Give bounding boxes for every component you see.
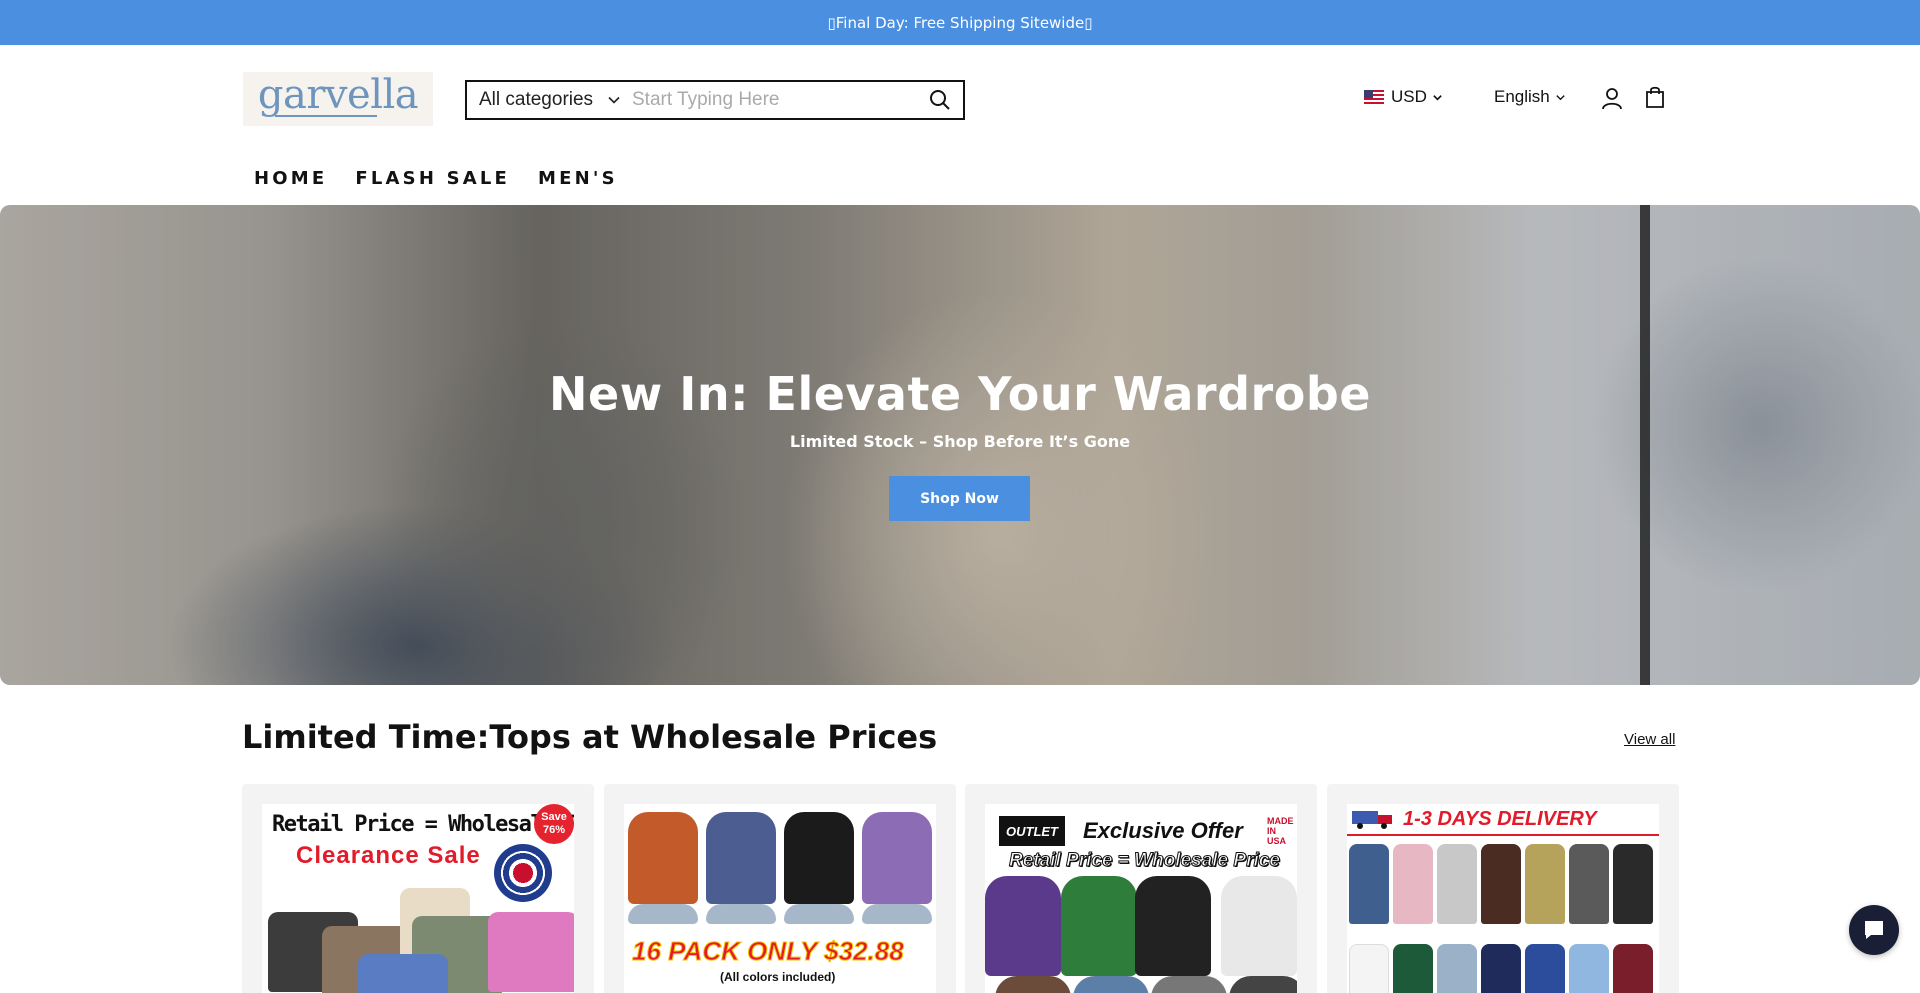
announcement-bar: ▯Final Day: Free Shipping Sitewide▯	[0, 0, 1920, 45]
main-nav: HOME FLASH SALE MEN'S	[254, 168, 646, 189]
product-card[interactable]: Retail Price = Wholesale Pr Clearance Sa…	[242, 784, 594, 993]
shop-now-button[interactable]: Shop Now	[889, 476, 1030, 521]
made-in-usa-label: MADE IN USA	[1267, 816, 1294, 846]
price-line-text: Retail Price = Wholesale Price	[1009, 850, 1281, 872]
search-button[interactable]	[917, 82, 963, 118]
delivery-truck-icon	[1352, 811, 1392, 829]
hoodie-graphic	[1073, 976, 1149, 993]
category-select-label: All categories	[479, 89, 594, 110]
logo-underline	[275, 115, 377, 117]
dress-shirt-graphic	[1349, 944, 1389, 993]
cart-icon[interactable]	[1644, 85, 1666, 109]
dress-shirt-graphic	[1437, 844, 1477, 924]
hero-subtitle: Limited Stock – Shop Before It’s Gone	[789, 432, 1131, 451]
us-flag-icon	[1364, 90, 1384, 104]
dress-shirt-graphic	[1481, 944, 1521, 993]
jeans-graphic	[784, 904, 854, 924]
chat-icon	[1865, 921, 1883, 939]
logo-text: garvella	[257, 72, 419, 118]
search-bar: All categories	[465, 80, 965, 120]
product-image: Retail Price = Wholesale Pr Clearance Sa…	[262, 804, 574, 993]
shirt-graphic	[488, 912, 574, 992]
outlet-label: OUTLET	[999, 816, 1065, 846]
collection-title: Limited Time:Tops at Wholesale Prices	[242, 718, 938, 756]
sweater-graphic	[862, 812, 932, 904]
hoodie-graphic	[1221, 876, 1297, 976]
product-image: 16 PACK ONLY $32.88 (All colors included…	[624, 804, 936, 993]
jeans-graphic	[862, 904, 932, 924]
dress-shirt-graphic	[1613, 844, 1653, 924]
hero-content: New In: Elevate Your Wardrobe Limited St…	[0, 205, 1920, 685]
save-badge-percent: 76%	[542, 824, 566, 836]
product-image: 1-3 DAYS DELIVERY	[1347, 804, 1659, 993]
product-card[interactable]: OUTLET Exclusive Offer MADE IN USA Retai…	[965, 784, 1317, 993]
chat-button[interactable]	[1849, 905, 1899, 955]
hero-title: New In: Elevate Your Wardrobe	[549, 367, 1371, 421]
delivery-text: 1-3 DAYS DELIVERY	[1403, 808, 1597, 830]
product-card[interactable]: 16 PACK ONLY $32.88 (All colors included…	[604, 784, 956, 993]
shirt-graphic	[358, 954, 448, 993]
exclusive-offer-text: Exclusive Offer	[1083, 818, 1243, 843]
search-icon	[930, 90, 950, 110]
chevron-down-icon	[1433, 94, 1442, 101]
hoodie-graphic	[985, 876, 1061, 976]
jeans-graphic	[706, 904, 776, 924]
chevron-down-icon	[608, 96, 620, 104]
language-selector[interactable]: English	[1494, 87, 1566, 107]
dress-shirt-graphic	[1525, 844, 1565, 924]
dress-shirt-graphic	[1393, 944, 1433, 993]
product-card[interactable]: 1-3 DAYS DELIVERY	[1327, 784, 1679, 993]
hoodie-graphic	[1135, 876, 1211, 976]
site-header: garvella All categories USD English HOME…	[0, 45, 1920, 205]
card-headline: Retail Price = Wholesale Pr	[272, 812, 574, 837]
nav-item-flash-sale[interactable]: FLASH SALE	[355, 168, 510, 189]
announcement-text: ▯Final Day: Free Shipping Sitewide▯	[827, 13, 1093, 32]
dress-shirt-graphic	[1569, 944, 1609, 993]
save-badge-label: Save	[541, 811, 567, 824]
sweater-graphic	[784, 812, 854, 904]
dress-shirt-graphic	[1393, 844, 1433, 924]
hoodie-graphic	[1229, 976, 1297, 993]
dress-shirt-graphic	[1613, 944, 1653, 993]
sweater-graphic	[628, 812, 698, 904]
nav-item-mens[interactable]: MEN'S	[538, 168, 618, 189]
dress-shirt-graphic	[1569, 844, 1609, 924]
dress-shirt-graphic	[1481, 844, 1521, 924]
category-select[interactable]: All categories	[467, 82, 632, 118]
search-input[interactable]	[632, 82, 917, 118]
jeans-graphic	[628, 904, 698, 924]
language-label: English	[1494, 87, 1550, 106]
hoodie-graphic	[1061, 876, 1137, 976]
card-sale-text: Clearance Sale	[296, 842, 481, 869]
dress-shirt-graphic	[1437, 944, 1477, 993]
currency-selector[interactable]: USD	[1364, 87, 1443, 107]
pack-offer-text: 16 PACK ONLY $32.88	[632, 936, 905, 967]
currency-label: USD	[1391, 87, 1427, 106]
chevron-down-icon	[1556, 94, 1565, 100]
made-in-usa-seal-icon	[494, 844, 552, 902]
sweater-graphic	[706, 812, 776, 904]
dress-shirt-graphic	[1525, 944, 1565, 993]
pack-offer-note: (All colors included)	[720, 970, 836, 984]
product-image: OUTLET Exclusive Offer MADE IN USA Retai…	[985, 804, 1297, 993]
store-logo[interactable]: garvella	[243, 72, 433, 126]
account-icon[interactable]	[1600, 86, 1624, 110]
view-all-link[interactable]: View all	[1624, 731, 1675, 748]
hero-banner: New In: Elevate Your Wardrobe Limited St…	[0, 205, 1920, 685]
save-badge: Save 76%	[534, 804, 574, 844]
hoodie-graphic	[995, 976, 1071, 993]
nav-item-home[interactable]: HOME	[254, 168, 327, 189]
hoodie-graphic	[1151, 976, 1227, 993]
dress-shirt-graphic	[1349, 844, 1389, 924]
divider-line	[1347, 834, 1659, 836]
